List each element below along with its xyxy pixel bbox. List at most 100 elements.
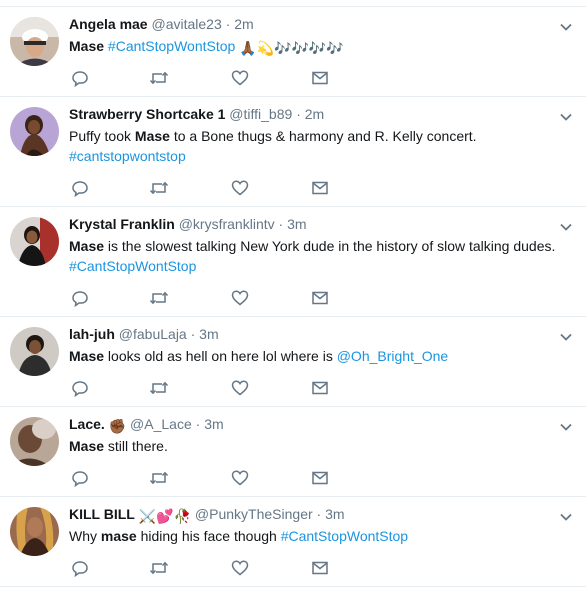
display-name[interactable]: Krystal Franklin	[69, 216, 175, 232]
reply-icon[interactable]	[71, 379, 91, 397]
username[interactable]: @tiffi_b89	[229, 106, 292, 122]
tweet-text: Mase still there.	[69, 436, 576, 456]
heart-icon[interactable]	[231, 179, 251, 197]
divider	[0, 586, 586, 587]
tweet-header: Lace. ✊🏾 @A_Lace · 3m	[69, 415, 550, 433]
separator-dot: ·	[316, 506, 322, 522]
chevron-down-icon[interactable]	[558, 219, 574, 235]
chevron-down-icon[interactable]	[558, 329, 574, 345]
avatar[interactable]	[10, 217, 59, 266]
avatar[interactable]	[10, 17, 59, 66]
highlight-term: mase	[100, 528, 137, 544]
highlight-term: Mase	[69, 38, 105, 54]
tweet-header: KILL BILL ⚔️💕🥀 @PunkyTheSinger · 3m	[69, 505, 550, 523]
retweet-icon[interactable]	[149, 179, 169, 197]
tweet-actions	[69, 559, 369, 577]
separator-dot: ·	[195, 416, 201, 432]
retweet-icon[interactable]	[149, 559, 169, 577]
text-run: Why	[69, 528, 101, 544]
display-name[interactable]: Angela mae	[69, 16, 148, 32]
timestamp[interactable]: 3m	[204, 416, 223, 432]
tweet-header: Krystal Franklin @krysfranklintv · 3m	[69, 215, 550, 233]
tweet-text: Why mase hiding his face though #CantSto…	[69, 526, 576, 546]
tweet-text: Mase #CantStopWontStop 🙏🏾💫🎶🎶🎶🎶	[69, 36, 576, 56]
username[interactable]: @fabuLaja	[119, 326, 187, 342]
tweet[interactable]: lah-juh @fabuLaja · 3m Mase looks old as…	[0, 317, 586, 407]
tweet[interactable]: Strawberry Shortcake 1 @tiffi_b89 · 2m P…	[0, 97, 586, 197]
reply-icon[interactable]	[71, 559, 91, 577]
tweet-actions	[69, 179, 369, 197]
timestamp[interactable]: 3m	[325, 506, 344, 522]
hashtag-link[interactable]: #CantStopWontStop	[69, 258, 196, 274]
tweet-text: Mase is the slowest talking New York dud…	[69, 236, 576, 276]
highlight-term: Mase	[69, 238, 105, 254]
chevron-down-icon[interactable]	[558, 19, 574, 35]
reply-icon[interactable]	[71, 469, 91, 487]
envelope-icon[interactable]	[311, 179, 331, 197]
username[interactable]: @krysfranklintv	[179, 216, 275, 232]
tweet-emoji: 🙏🏾💫🎶🎶🎶🎶	[239, 40, 344, 56]
text-run: Puffy took	[69, 128, 135, 144]
tweet-feed: Angela mae @avitale23 · 2m Mase #CantSto…	[0, 0, 586, 591]
mention-link[interactable]: @Oh_Bright_One	[337, 348, 449, 364]
name-emoji: ✊🏾	[108, 418, 127, 434]
envelope-icon[interactable]	[311, 469, 331, 487]
tweet[interactable]: Lace. ✊🏾 @A_Lace · 3m Mase still there.	[0, 407, 586, 497]
tweet-actions	[69, 469, 369, 487]
reply-icon[interactable]	[71, 289, 91, 307]
display-name[interactable]: lah-juh	[69, 326, 115, 342]
envelope-icon[interactable]	[311, 69, 331, 87]
display-name[interactable]: KILL BILL	[69, 506, 135, 522]
tweet-header: lah-juh @fabuLaja · 3m	[69, 325, 550, 343]
avatar[interactable]	[10, 507, 59, 556]
envelope-icon[interactable]	[311, 289, 331, 307]
text-run: is the slowest talking New York dude in …	[104, 238, 556, 254]
hashtag-link[interactable]: #CantStopWontStop	[108, 38, 235, 54]
tweet-actions	[69, 69, 369, 87]
display-name[interactable]: Strawberry Shortcake 1	[69, 106, 225, 122]
name-emoji: ⚔️💕🥀	[138, 508, 192, 524]
envelope-icon[interactable]	[311, 379, 331, 397]
heart-icon[interactable]	[231, 69, 251, 87]
username[interactable]: @avitale23	[151, 16, 221, 32]
timestamp[interactable]: 2m	[305, 106, 324, 122]
retweet-icon[interactable]	[149, 69, 169, 87]
text-run: hiding his face though	[136, 528, 281, 544]
username[interactable]: @PunkyTheSinger	[195, 506, 313, 522]
highlight-term: Mase	[69, 438, 105, 454]
heart-icon[interactable]	[231, 559, 251, 577]
separator-dot: ·	[225, 16, 231, 32]
tweet-header: Strawberry Shortcake 1 @tiffi_b89 · 2m	[69, 105, 550, 123]
heart-icon[interactable]	[231, 379, 251, 397]
timestamp[interactable]: 3m	[287, 216, 306, 232]
timestamp[interactable]: 3m	[199, 326, 218, 342]
highlight-term: Mase	[134, 128, 170, 144]
retweet-icon[interactable]	[149, 379, 169, 397]
heart-icon[interactable]	[231, 289, 251, 307]
avatar[interactable]	[10, 327, 59, 376]
envelope-icon[interactable]	[311, 559, 331, 577]
hashtag-link[interactable]: #cantstopwontstop	[69, 148, 186, 164]
avatar[interactable]	[10, 107, 59, 156]
reply-icon[interactable]	[71, 179, 91, 197]
highlight-term: Mase	[69, 348, 105, 364]
chevron-down-icon[interactable]	[558, 509, 574, 525]
reply-icon[interactable]	[71, 69, 91, 87]
text-run: looks old as hell on here lol where is	[104, 348, 337, 364]
tweet-actions	[69, 379, 369, 397]
tweet[interactable]: KILL BILL ⚔️💕🥀 @PunkyTheSinger · 3m Why …	[0, 497, 586, 587]
heart-icon[interactable]	[231, 469, 251, 487]
hashtag-link[interactable]: #CantStopWontStop	[281, 528, 408, 544]
tweet[interactable]: Angela mae @avitale23 · 2m Mase #CantSto…	[0, 7, 586, 97]
display-name[interactable]: Lace.	[69, 416, 105, 432]
chevron-down-icon[interactable]	[558, 109, 574, 125]
retweet-icon[interactable]	[149, 289, 169, 307]
chevron-down-icon[interactable]	[558, 419, 574, 435]
separator-dot: ·	[190, 326, 196, 342]
retweet-icon[interactable]	[149, 469, 169, 487]
tweet[interactable]: Krystal Franklin @krysfranklintv · 3m Ma…	[0, 207, 586, 307]
username[interactable]: @A_Lace	[130, 416, 192, 432]
timestamp[interactable]: 2m	[234, 16, 253, 32]
avatar[interactable]	[10, 417, 59, 466]
tweet-header: Angela mae @avitale23 · 2m	[69, 15, 550, 33]
